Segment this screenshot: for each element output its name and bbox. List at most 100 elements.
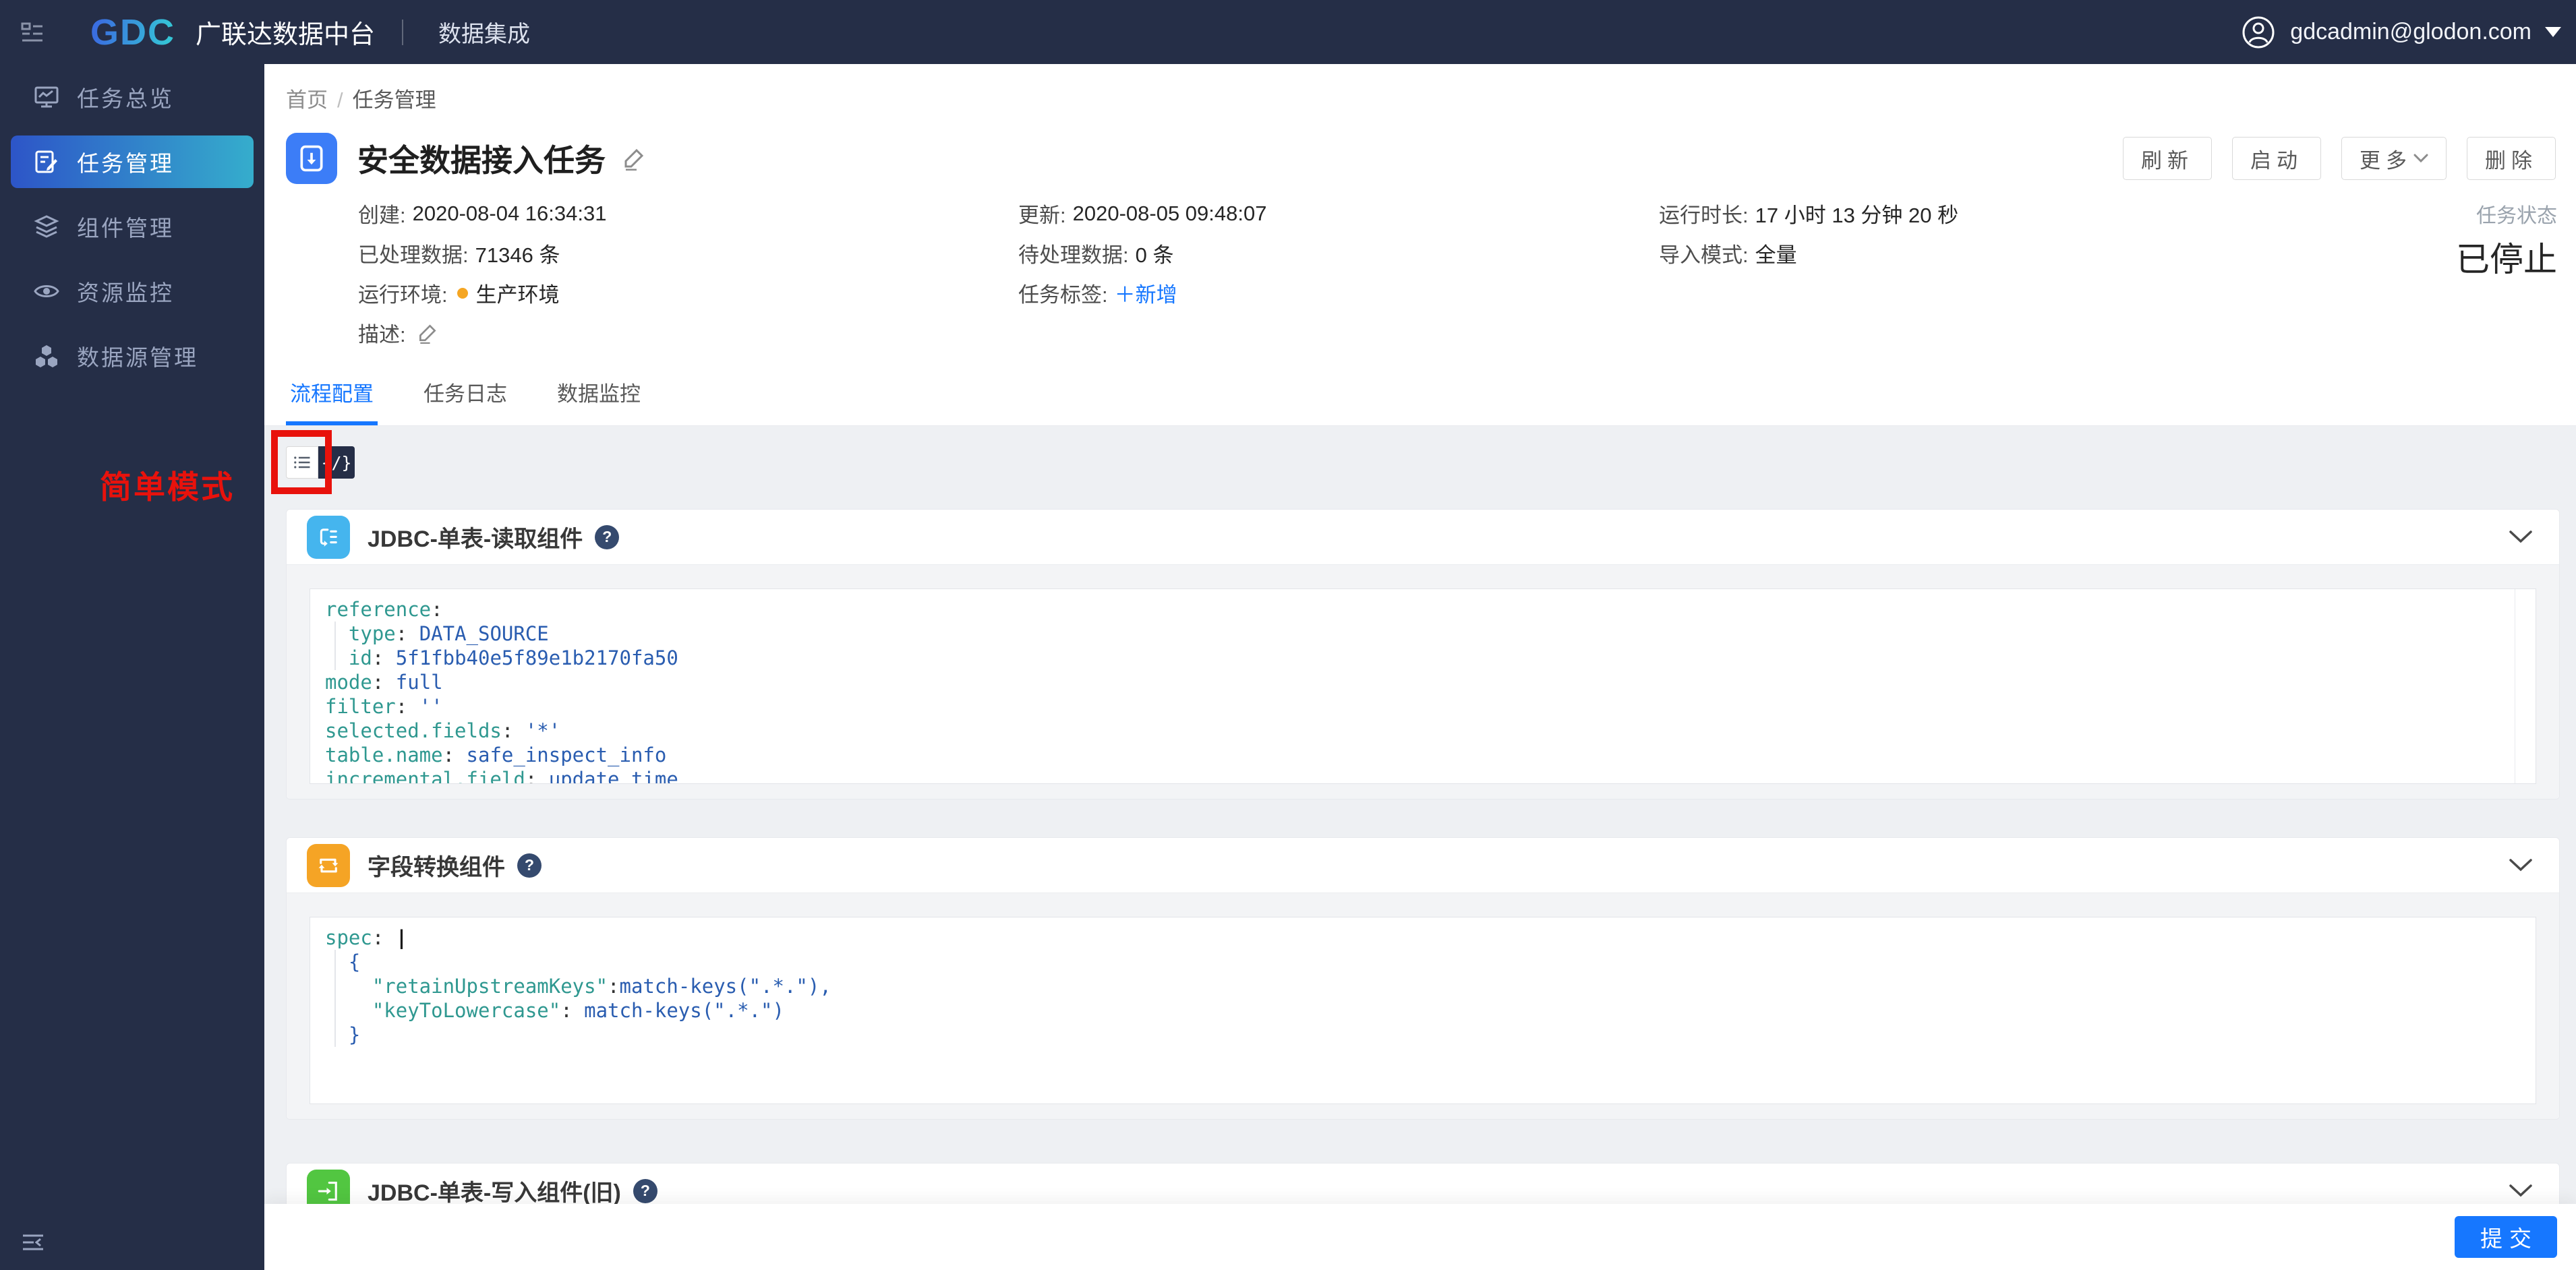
detail-row-待处理数据: 待处理数据: 0 条 xyxy=(1018,233,1266,273)
task-manage-icon xyxy=(34,149,59,175)
sidebar-item-任务管理[interactable]: 任务管理 xyxy=(11,135,254,188)
detail-value: 17 小时 13 分钟 20 秒 xyxy=(1755,204,1959,227)
sidebar-item-组件管理[interactable]: 组件管理 xyxy=(11,200,254,253)
task-type-icon xyxy=(286,133,337,184)
component-card-body: reference: type: DATA_SOURCE id: 5f1fbb4… xyxy=(287,565,2559,799)
task-title-row: 安全数据接入任务 xyxy=(286,133,646,184)
yaml-editor[interactable]: spec: | { "retainUpstreamKeys":match-key… xyxy=(310,917,2536,1104)
sidebar-item-任务总览[interactable]: 任务总览 xyxy=(11,71,254,123)
sidebar-item-数据源管理[interactable]: 数据源管理 xyxy=(11,330,254,382)
code-line: mode: full xyxy=(325,671,443,694)
collapse-chevron-icon[interactable] xyxy=(2509,1184,2532,1198)
jdbc-read-icon xyxy=(307,515,350,559)
action-button-启动[interactable]: 启动 xyxy=(2232,137,2321,180)
yaml-editor[interactable]: reference: type: DATA_SOURCE id: 5f1fbb4… xyxy=(310,588,2536,784)
detail-row-描述: 描述: xyxy=(358,313,606,353)
add-tag-link[interactable]: ＋新增 xyxy=(1115,278,1177,308)
content-area: 首页 / 任务管理 安全数据接入任务 刷新 启动 更多 删除 创建: 2020-… xyxy=(264,64,2576,1270)
detail-column: 运行时长: 17 小时 13 分钟 20 秒导入模式: 全量 xyxy=(1659,193,1958,273)
datasource-icon xyxy=(34,343,59,369)
sidebar-collapse-icon[interactable] xyxy=(20,1230,46,1255)
action-button-刷新[interactable]: 刷新 xyxy=(2123,137,2212,180)
action-button-label: 更多 xyxy=(2360,148,2412,173)
component-card-title: 字段转换组件 xyxy=(368,855,505,880)
component-card-title: JDBC-单表-写入组件(旧) xyxy=(368,1180,621,1204)
detail-label: 导入模式: xyxy=(1659,243,1749,267)
menu-toggle-icon[interactable] xyxy=(20,20,45,44)
page-title: 安全数据接入任务 xyxy=(357,143,606,178)
component-card-body: spec: | { "retainUpstreamKeys":match-key… xyxy=(287,893,2559,1119)
help-icon[interactable]: ? xyxy=(517,853,541,878)
sidebar: 任务总览任务管理组件管理资源监控数据源管理 xyxy=(0,64,264,1270)
component-card: 字段转换组件? spec: | { "retainUpstreamKeys":ma… xyxy=(286,837,2560,1120)
collapse-chevron-icon[interactable] xyxy=(2509,530,2532,544)
breadcrumb: 首页 / 任务管理 xyxy=(286,83,436,113)
tab-任务日志[interactable]: 任务日志 xyxy=(419,377,511,425)
component-card: JDBC-单表-读取组件? reference: type: DATA_SOURC… xyxy=(286,509,2560,799)
workspace: {/} JDBC-单表-读取组件? reference: type: DATA_S… xyxy=(264,426,2576,1204)
code-line: } xyxy=(325,1023,2536,1047)
component-card-header: JDBC-单表-写入组件(旧)? xyxy=(287,1163,2559,1204)
chevron-down-icon xyxy=(2545,27,2561,37)
component-cards: JDBC-单表-读取组件? reference: type: DATA_SOURC… xyxy=(264,509,2576,1204)
code-line: reference: xyxy=(325,598,443,621)
code-line: incremental.field: update_time xyxy=(325,768,678,784)
annotation-text: 简单模式 xyxy=(100,469,235,505)
submit-button[interactable]: 提交 xyxy=(2455,1216,2557,1258)
footer-bar: 提交 xyxy=(264,1204,2576,1270)
detail-row-更新: 更新: 2020-08-05 09:48:07 xyxy=(1018,193,1266,233)
help-icon[interactable]: ? xyxy=(595,524,620,549)
components-icon xyxy=(34,214,59,239)
code-line: "retainUpstreamKeys":match-keys(".*."), xyxy=(325,974,2536,998)
action-button-删除[interactable]: 删除 xyxy=(2467,137,2556,180)
app-root: GDC 广联达数据中台 数据集成 gdcadmin@glodon.com 任务总… xyxy=(0,0,2576,1270)
detail-value: 71346 条 xyxy=(475,243,560,267)
module-title: 数据集成 xyxy=(438,22,531,47)
edit-title-icon[interactable] xyxy=(622,146,646,171)
help-icon[interactable]: ? xyxy=(633,1178,657,1203)
breadcrumb-item[interactable]: 首页 xyxy=(286,88,328,112)
detail-label: 已处理数据: xyxy=(358,243,469,267)
detail-row-任务标签: 任务标签: ＋新增 xyxy=(1018,273,1266,313)
edit-description-icon[interactable] xyxy=(417,322,438,344)
avatar-icon xyxy=(2242,16,2275,49)
detail-row-导入模式: 导入模式: 全量 xyxy=(1659,233,1958,273)
detail-column: 更新: 2020-08-05 09:48:07 待处理数据: 0 条任务标签: ＋新增 xyxy=(1018,193,1266,313)
chevron-down-icon xyxy=(2413,154,2428,163)
sidebar-nav: 任务总览任务管理组件管理资源监控数据源管理 xyxy=(0,64,264,382)
detail-value: 生产环境 xyxy=(475,283,560,307)
code-line: id: 5f1fbb40e5f89e1b2170fa50 xyxy=(325,646,2536,670)
editor-mode-toolbar: {/} xyxy=(286,446,2576,479)
code-line: spec: | xyxy=(325,926,408,949)
code-line: { xyxy=(325,950,2536,974)
tab-bar: 流程配置 任务日志 数据监控 xyxy=(286,377,645,425)
env-status-dot xyxy=(457,287,468,299)
detail-row-运行时长: 运行时长: 17 小时 13 分钟 20 秒 xyxy=(1659,193,1958,233)
gdc-logo: GDC xyxy=(90,11,175,53)
detail-row-创建: 创建: 2020-08-04 16:34:31 xyxy=(358,193,606,233)
sidebar-item-label: 数据源管理 xyxy=(77,345,198,370)
resource-monitor-icon xyxy=(34,278,59,304)
tab-数据监控[interactable]: 数据监控 xyxy=(553,377,645,425)
code-line: table.name: safe_inspect_info xyxy=(325,744,667,766)
collapse-chevron-icon[interactable] xyxy=(2509,858,2532,872)
detail-label: 运行环境: xyxy=(358,283,448,307)
status-badge: 已停止 xyxy=(2456,241,2557,278)
action-button-label: 刷新 xyxy=(2141,148,2194,173)
page-header: 首页 / 任务管理 安全数据接入任务 刷新 启动 更多 删除 创建: 2020-… xyxy=(264,64,2576,426)
detail-label: 更新: xyxy=(1018,204,1066,227)
action-button-更多[interactable]: 更多 xyxy=(2341,137,2447,180)
detail-column: 创建: 2020-08-04 16:34:31 已处理数据: 71346 条运行环境:… xyxy=(358,193,606,353)
code-line: type: DATA_SOURCE xyxy=(325,622,2536,646)
user-menu[interactable]: gdcadmin@glodon.com xyxy=(2242,16,2561,49)
sidebar-item-资源监控[interactable]: 资源监控 xyxy=(11,265,254,318)
tab-流程配置[interactable]: 流程配置 xyxy=(286,377,378,425)
user-email: gdcadmin@glodon.com xyxy=(2290,19,2531,44)
code-line: "keyToLowercase": match-keys(".*.") xyxy=(325,998,2536,1023)
sidebar-item-label: 组件管理 xyxy=(77,216,174,241)
overview-icon xyxy=(34,84,59,110)
component-card-header: 字段转换组件? xyxy=(287,838,2559,893)
product-title: 广联达数据中台 xyxy=(196,21,376,49)
detail-row-运行环境: 运行环境: 生产环境 xyxy=(358,273,606,313)
status-label: 任务状态 xyxy=(2476,205,2557,227)
